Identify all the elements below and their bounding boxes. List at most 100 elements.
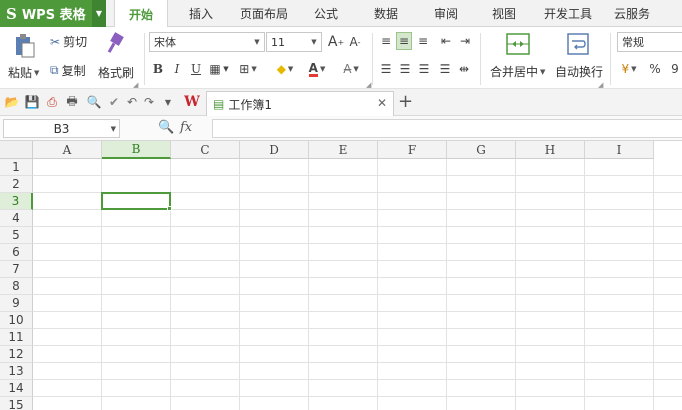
spell-check-icon[interactable]: ✔ <box>106 94 122 110</box>
row-header-12[interactable]: 12 <box>0 346 33 363</box>
print-preview-icon[interactable]: 🔍 <box>86 94 102 110</box>
fill-handle[interactable] <box>167 206 172 211</box>
zoom-search-icon[interactable]: 🔍 <box>158 120 174 135</box>
tab-data[interactable]: 数据 <box>364 0 408 27</box>
row-header-11[interactable]: 11 <box>0 329 33 346</box>
column-header-h[interactable]: H <box>516 141 585 159</box>
paste-icon[interactable] <box>12 33 38 59</box>
column-header-a[interactable]: A <box>33 141 102 159</box>
open-folder-icon[interactable]: 📂 <box>4 94 20 110</box>
paste-dropdown-icon[interactable]: ▼ <box>34 69 39 77</box>
row-header-15[interactable]: 15 <box>0 397 33 410</box>
tab-formulas[interactable]: 公式 <box>304 0 348 27</box>
save-icon[interactable]: 💾 <box>24 94 40 110</box>
print-icon[interactable]: 🖶 <box>64 94 80 110</box>
distributed-align-icon[interactable]: ⇹ <box>456 60 472 78</box>
row-header-8[interactable]: 8 <box>0 278 33 295</box>
close-tab-icon[interactable]: ✕ <box>377 96 387 110</box>
font-color-button[interactable]: A ▼ <box>304 60 330 78</box>
underline-button[interactable]: U <box>189 60 203 78</box>
font-dialog-launcher-icon[interactable]: ◢ <box>366 81 371 89</box>
app-menu-caret-icon[interactable]: ▼ <box>92 0 106 27</box>
cut-button[interactable]: ✂ 剪切 <box>50 33 87 50</box>
column-header-d[interactable]: D <box>240 141 309 159</box>
column-header-g[interactable]: G <box>447 141 516 159</box>
wrap-text-icon[interactable] <box>565 31 591 57</box>
clear-format-icon[interactable]: A̶ ▼ <box>338 60 364 78</box>
export-pdf-icon[interactable]: ⎙ <box>44 94 60 110</box>
merge-center-dropdown-icon[interactable]: ▼ <box>540 68 545 76</box>
column-header-e[interactable]: E <box>309 141 378 159</box>
tab-insert[interactable]: 插入 <box>176 0 226 27</box>
decrease-indent-icon[interactable]: ⇤ <box>438 32 454 50</box>
bold-button[interactable]: B <box>151 60 165 78</box>
align-right-icon[interactable]: ☰ <box>416 60 432 78</box>
wps-home-icon[interactable]: W <box>183 93 201 111</box>
row-header-10[interactable]: 10 <box>0 312 33 329</box>
select-all-corner[interactable] <box>0 141 33 159</box>
wrap-text-button[interactable]: 自动换行 <box>555 63 603 80</box>
font-name-dropdown-icon[interactable]: ▼ <box>252 33 262 51</box>
tab-view[interactable]: 视图 <box>482 0 526 27</box>
wps-app-menu-button[interactable]: S WPS 表格 ▼ <box>0 0 106 27</box>
row-header-13[interactable]: 13 <box>0 363 33 380</box>
row-header-7[interactable]: 7 <box>0 261 33 278</box>
row-header-9[interactable]: 9 <box>0 295 33 312</box>
formula-input[interactable] <box>212 119 682 138</box>
justify-icon[interactable]: ☰ <box>437 60 453 78</box>
active-cell[interactable] <box>101 192 171 210</box>
name-box-dropdown-icon[interactable]: ▼ <box>111 120 116 137</box>
tab-developer[interactable]: 开发工具 <box>538 0 598 27</box>
merge-center-icon[interactable] <box>505 31 531 57</box>
align-left-icon[interactable]: ☰ <box>378 60 394 78</box>
italic-button[interactable]: I <box>170 60 184 78</box>
row-header-14[interactable]: 14 <box>0 380 33 397</box>
row-header-2[interactable]: 2 <box>0 176 33 193</box>
merge-center-button[interactable]: 合并居中 ▼ <box>490 63 545 80</box>
align-bottom-icon[interactable]: ≡ <box>415 32 431 50</box>
tab-page-layout[interactable]: 页面布局 <box>234 0 294 27</box>
redo-icon[interactable]: ↷ <box>141 94 157 110</box>
row-header-1[interactable]: 1 <box>0 159 33 176</box>
align-center-icon[interactable]: ☰ <box>397 60 413 78</box>
row-header-3[interactable]: 3 <box>0 193 33 210</box>
new-tab-icon[interactable]: + <box>398 91 413 112</box>
paste-button[interactable]: 粘贴 ▼ <box>8 64 39 81</box>
grow-font-button[interactable]: A + <box>328 32 344 52</box>
alignment-dialog-launcher-icon[interactable]: ◢ <box>598 81 603 89</box>
clipboard-dialog-launcher-icon[interactable]: ◢ <box>133 81 138 89</box>
border-icon[interactable]: ▦ <box>208 60 222 78</box>
column-header-b[interactable]: B <box>102 141 171 159</box>
tab-cloud-service[interactable]: 云服务 <box>606 0 658 27</box>
column-header-c[interactable]: C <box>171 141 240 159</box>
row-header-6[interactable]: 6 <box>0 244 33 261</box>
align-middle-icon[interactable]: ≡ <box>396 32 412 50</box>
font-size-dropdown-icon[interactable]: ▼ <box>309 33 319 51</box>
font-name-select[interactable]: 宋体 ▼ <box>149 32 265 52</box>
undo-icon[interactable]: ↶ <box>124 94 140 110</box>
cell-style-icon[interactable]: ⊞ ▼ <box>237 60 259 78</box>
format-painter-button[interactable]: 格式刷 <box>98 64 134 81</box>
column-header-i[interactable]: I <box>585 141 654 159</box>
row-header-4[interactable]: 4 <box>0 210 33 227</box>
tab-home[interactable]: 开始 <box>114 0 168 28</box>
number-format-select[interactable]: 常规 <box>617 32 682 52</box>
name-box[interactable]: B3 ▼ <box>3 119 120 138</box>
shrink-font-button[interactable]: A- <box>347 32 363 52</box>
format-painter-icon[interactable] <box>104 31 126 57</box>
percent-button[interactable]: % <box>648 60 662 78</box>
tab-review[interactable]: 审阅 <box>424 0 468 27</box>
align-top-icon[interactable]: ≡ <box>378 32 394 50</box>
insert-function-button[interactable]: fx <box>180 120 192 135</box>
document-tab[interactable]: ▤ 工作簿1 ✕ <box>206 91 394 116</box>
currency-format-icon[interactable]: ¥ ▼ <box>618 60 640 78</box>
font-size-select[interactable]: 11 ▼ <box>266 32 322 52</box>
customize-toolbar-dropdown-icon[interactable]: ▼ <box>160 94 176 110</box>
row-header-5[interactable]: 5 <box>0 227 33 244</box>
copy-button[interactable]: ⧉ 复制 <box>50 62 86 79</box>
column-header-f[interactable]: F <box>378 141 447 159</box>
spreadsheet-grid[interactable]: A B C D E F G H I 1 2 3 4 5 6 7 8 9 10 11 12 13 14 15 <box>0 141 682 410</box>
comma-style-button[interactable]: 9 <box>668 60 682 78</box>
increase-indent-icon[interactable]: ⇥ <box>457 32 473 50</box>
border-dropdown-icon[interactable]: ▼ <box>222 60 230 78</box>
